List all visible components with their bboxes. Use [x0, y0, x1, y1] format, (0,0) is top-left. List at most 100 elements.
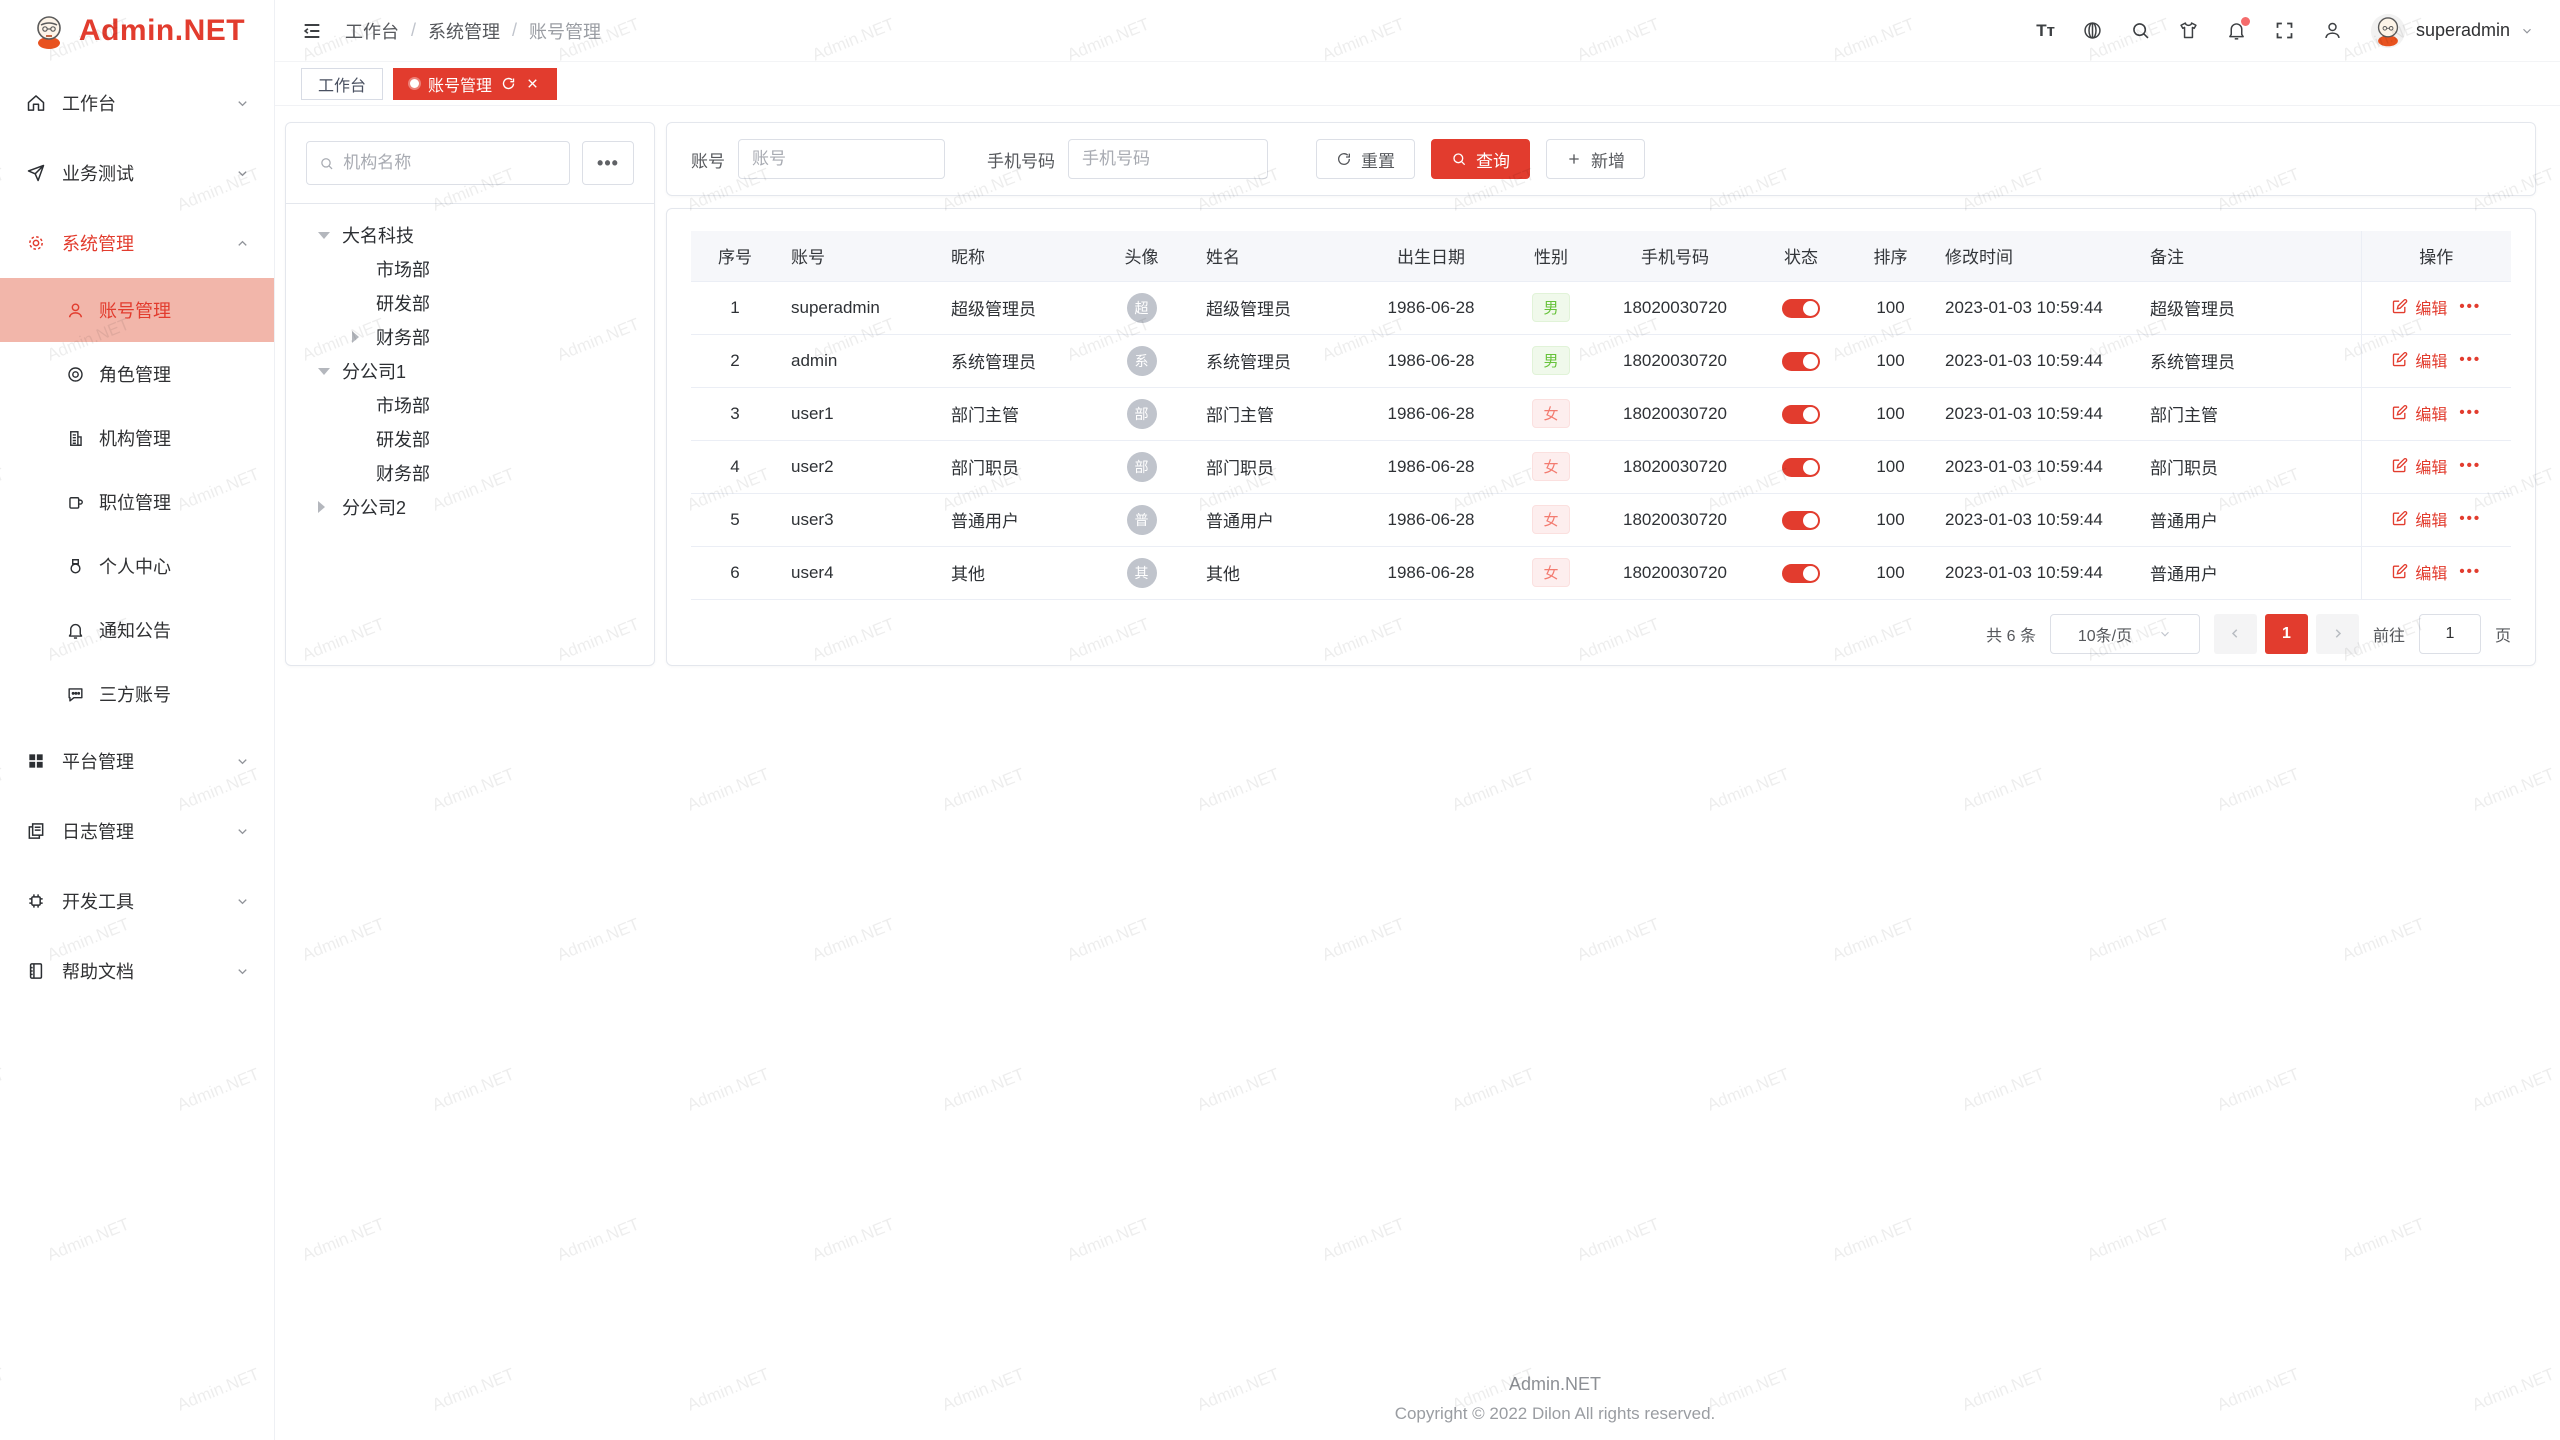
tree-node[interactable]: 分公司2 — [306, 490, 634, 524]
tab-workbench[interactable]: 工作台 — [301, 68, 383, 100]
current-page-button[interactable]: 1 — [2265, 614, 2308, 654]
tree-node[interactable]: 分公司1 — [306, 354, 634, 388]
more-actions-button[interactable]: ••• — [2459, 564, 2481, 579]
theme-icon[interactable] — [2178, 20, 2199, 41]
language-icon[interactable] — [2082, 20, 2103, 41]
home-icon — [26, 93, 46, 113]
sidebar-item-position-management[interactable]: 职位管理 — [0, 470, 274, 534]
column-header: 修改时间 — [1933, 231, 2138, 281]
search-button[interactable]: 查询 — [1431, 139, 1530, 179]
org-search-field[interactable] — [306, 141, 570, 185]
tree-node[interactable]: 大名科技 — [306, 218, 634, 252]
edit-label: 编辑 — [2415, 401, 2447, 425]
more-actions-button[interactable]: ••• — [2459, 299, 2481, 314]
fullscreen-icon[interactable] — [2274, 20, 2295, 41]
status-toggle[interactable] — [1782, 405, 1820, 424]
sidebar-item-log-management[interactable]: 日志管理 — [0, 796, 274, 866]
notification-bell-icon[interactable] — [2226, 20, 2247, 41]
status-toggle[interactable] — [1782, 352, 1820, 371]
caret-right-icon[interactable] — [352, 331, 359, 343]
page-size-select[interactable]: 10条/页 — [2050, 614, 2200, 654]
table-row: 4user2部门职员部部门职员1986-06-28女18020030720100… — [691, 440, 2511, 493]
logo[interactable]: Admin.NET — [0, 0, 274, 62]
sidebar-item-help-docs[interactable]: 帮助文档 — [0, 936, 274, 1006]
sidebar-item-label: 通知公告 — [99, 617, 171, 643]
gender-tag: 男 — [1532, 293, 1570, 322]
column-header: 序号 — [691, 231, 779, 281]
next-page-button[interactable] — [2316, 614, 2359, 654]
column-header: 姓名 — [1194, 231, 1356, 281]
top-header: 工作台 / 系统管理 / 账号管理 Tт superadmin — [275, 0, 2560, 62]
caret-down-icon[interactable] — [318, 232, 330, 239]
phone-input[interactable] — [1068, 139, 1268, 179]
goto-page-input[interactable] — [2419, 614, 2481, 654]
user-outline-icon[interactable] — [2322, 20, 2343, 41]
tree-more-button[interactable]: ••• — [582, 141, 634, 185]
edit-button[interactable]: 编辑 — [2391, 560, 2447, 584]
cell-modified: 2023-01-03 10:59:44 — [1933, 387, 2138, 440]
edit-button[interactable]: 编辑 — [2391, 348, 2447, 372]
close-icon[interactable] — [525, 76, 540, 91]
sidebar-item-thirdparty-account[interactable]: 三方账号 — [0, 662, 274, 726]
cell-phone: 18020030720 — [1596, 334, 1754, 387]
tab-account-management[interactable]: 账号管理 — [393, 68, 557, 100]
tree-node[interactable]: 市场部 — [306, 388, 634, 422]
sidebar-item-profile-center[interactable]: 个人中心 — [0, 534, 274, 598]
tree-node[interactable]: 研发部 — [306, 286, 634, 320]
profile-icon — [66, 557, 85, 576]
gear-icon — [26, 233, 46, 253]
sidebar-item-account-management[interactable]: 账号管理 — [0, 278, 274, 342]
table-row: 3user1部门主管部部门主管1986-06-28女18020030720100… — [691, 387, 2511, 440]
search-icon[interactable] — [2130, 20, 2151, 41]
sidebar-item-role-management[interactable]: 角色管理 — [0, 342, 274, 406]
add-button[interactable]: 新增 — [1546, 139, 1645, 179]
gender-tag: 女 — [1532, 399, 1570, 428]
more-actions-button[interactable]: ••• — [2459, 511, 2481, 526]
status-toggle[interactable] — [1782, 511, 1820, 530]
gender-tag: 女 — [1532, 505, 1570, 534]
refresh-icon[interactable] — [501, 76, 516, 91]
table-header-row: 序号 账号 昵称 头像 姓名 出生日期 性别 手机号码 状态 排序 修改时间 备… — [691, 231, 2511, 281]
org-search-input[interactable] — [343, 153, 557, 173]
sidebar-item-notice[interactable]: 通知公告 — [0, 598, 274, 662]
cell-remark: 部门职员 — [2138, 440, 2361, 493]
prev-page-button[interactable] — [2214, 614, 2257, 654]
status-toggle[interactable] — [1782, 564, 1820, 583]
chevron-right-icon — [2330, 626, 2345, 641]
edit-button[interactable]: 编辑 — [2391, 454, 2447, 478]
breadcrumb-item[interactable]: 工作台 — [345, 18, 399, 44]
breadcrumb: 工作台 / 系统管理 / 账号管理 — [345, 18, 601, 44]
account-input[interactable] — [738, 139, 945, 179]
sidebar-item-workbench[interactable]: 工作台 — [0, 68, 274, 138]
sidebar-item-label: 日志管理 — [62, 818, 134, 844]
reset-button[interactable]: 重置 — [1316, 139, 1415, 179]
edit-button[interactable]: 编辑 — [2391, 401, 2447, 425]
cell-index: 1 — [691, 281, 779, 334]
status-toggle[interactable] — [1782, 299, 1820, 318]
more-actions-button[interactable]: ••• — [2459, 458, 2481, 473]
tree-node[interactable]: 市场部 — [306, 252, 634, 286]
tree-node[interactable]: 研发部 — [306, 422, 634, 456]
sidebar-item-business-test[interactable]: 业务测试 — [0, 138, 274, 208]
breadcrumb-item[interactable]: 系统管理 — [428, 18, 500, 44]
sidebar-item-org-management[interactable]: 机构管理 — [0, 406, 274, 470]
tree-node[interactable]: 财务部 — [306, 320, 634, 354]
font-size-icon[interactable]: Tт — [2036, 20, 2055, 41]
menu-fold-icon[interactable] — [301, 20, 323, 42]
edit-button[interactable]: 编辑 — [2391, 507, 2447, 531]
caret-down-icon[interactable] — [318, 368, 330, 375]
more-actions-button[interactable]: ••• — [2459, 405, 2481, 420]
cell-nickname: 超级管理员 — [939, 281, 1089, 334]
status-toggle[interactable] — [1782, 458, 1820, 477]
chevron-down-icon — [235, 754, 250, 769]
sidebar-item-platform-management[interactable]: 平台管理 — [0, 726, 274, 796]
cell-account: admin — [779, 334, 939, 387]
sidebar-item-system-management[interactable]: 系统管理 — [0, 208, 274, 278]
sidebar-item-dev-tools[interactable]: 开发工具 — [0, 866, 274, 936]
edit-button[interactable]: 编辑 — [2391, 295, 2447, 319]
tree-node[interactable]: 财务部 — [306, 456, 634, 490]
caret-right-icon[interactable] — [318, 501, 325, 513]
user-menu[interactable]: superadmin — [2370, 13, 2534, 49]
breadcrumb-separator: / — [411, 20, 416, 41]
more-actions-button[interactable]: ••• — [2459, 352, 2481, 367]
